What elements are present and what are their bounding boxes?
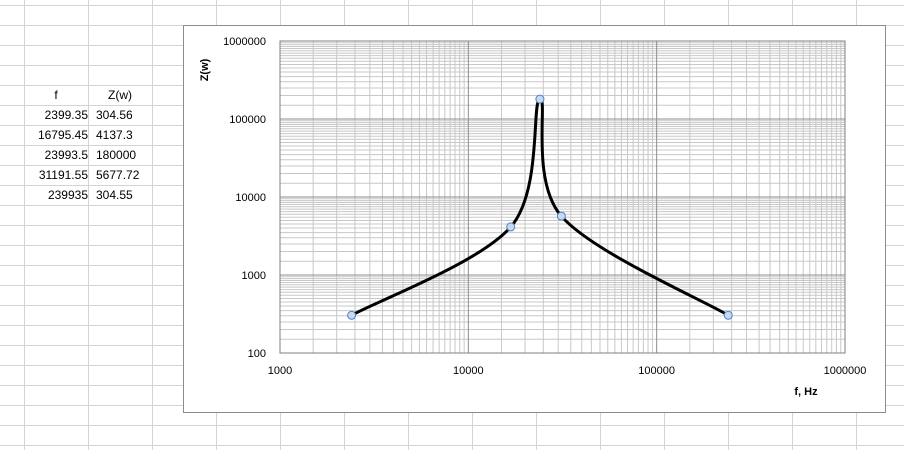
data-point [506,222,516,232]
x-axis-title: f, Hz [794,386,818,398]
cell-f[interactable]: 16795.45 [24,125,88,145]
cell-zw[interactable]: 304.56 [96,105,160,125]
chart-svg: 1001000100001000001000000 1000 10000 10000… [199,36,867,398]
table-row: 23993.5 180000 [24,145,164,165]
header-f[interactable]: f [24,85,88,105]
y-tick-label: 1000000 [223,36,266,48]
y-tick-label: 100 [248,348,266,360]
y-tick-label: 1000 [242,270,266,282]
x-tick-label: 1000 [268,365,292,377]
y-axis-title: Z(w) [199,58,211,81]
data-point [347,310,357,320]
x-tick-label: 10000 [453,365,484,377]
cell-f[interactable]: 31191.55 [24,165,88,185]
cell-f[interactable]: 239935 [24,185,88,205]
header-zw[interactable]: Z(w) [88,85,152,105]
data-point [723,310,733,320]
table-row: 239935 304.55 [24,185,164,205]
y-tick-label: 100000 [229,114,266,126]
cell-zw[interactable]: 180000 [96,145,160,165]
cell-f[interactable]: 23993.5 [24,145,88,165]
cell-zw[interactable]: 304.55 [96,185,160,205]
x-axis-tick-labels: 1000 10000 100000 1000000 [268,365,867,377]
table-row: 2399.35 304.56 [24,105,164,125]
table-row: 16795.45 4137.3 [24,125,164,145]
y-tick-label: 10000 [235,192,266,204]
cell-f[interactable]: 2399.35 [24,105,88,125]
x-tick-label: 1000000 [824,365,867,377]
cell-zw[interactable]: 4137.3 [96,125,160,145]
table-header-row: f Z(w) [24,85,164,105]
data-point [535,94,545,104]
table-row: 31191.55 5677.72 [24,165,164,185]
data-point [556,211,566,221]
chart-area[interactable]: 100 1000 10000 100000 1000000 1000 10000 10000… [183,25,886,413]
x-tick-label: 100000 [638,365,675,377]
y-axis-tick-labels: 100 1000 10000 100000 1000000 [223,36,266,360]
cell-zw[interactable]: 5677.72 [96,165,160,185]
